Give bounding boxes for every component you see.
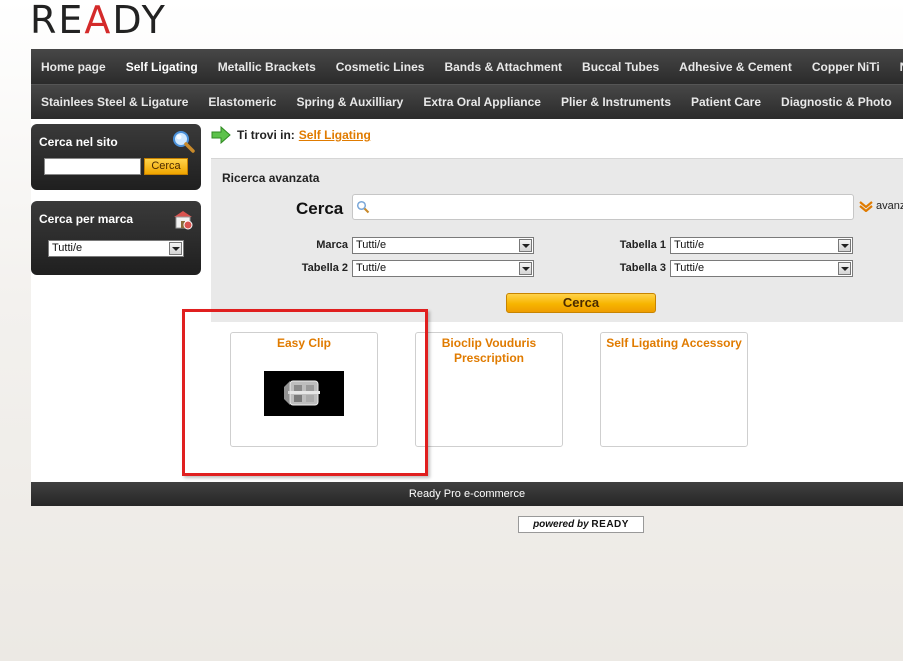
breadcrumb-current-link[interactable]: Self Ligating — [299, 128, 371, 142]
chevron-down-icon — [838, 262, 851, 275]
nav-item-ni[interactable]: Ni — [890, 60, 903, 74]
marca-select[interactable]: Tutti/e — [352, 237, 534, 254]
chevron-down-icon — [519, 262, 532, 275]
nav-item-copper-niti[interactable]: Copper NiTi — [802, 60, 890, 74]
search-label: Cerca — [296, 199, 344, 218]
arrow-right-icon — [211, 126, 231, 144]
highlight-box — [182, 309, 428, 476]
nav-item-spring-auxilliary[interactable]: Spring & Auxilliary — [286, 95, 413, 109]
chevron-down-icon — [519, 239, 532, 252]
chevron-down-icon — [838, 239, 851, 252]
magnifier-icon — [173, 131, 195, 153]
advanced-toggle-link[interactable]: avanz — [859, 200, 903, 212]
nav-item-stainless-steel[interactable]: Stainlees Steel & Ligature — [31, 95, 198, 109]
logo-text-accent: A — [84, 0, 113, 42]
chevron-down-icon — [169, 242, 182, 255]
secondary-nav: Stainlees Steel & Ligature Elastomeric S… — [31, 84, 903, 119]
search-icon — [356, 200, 370, 214]
nav-item-buccal-tubes[interactable]: Buccal Tubes — [572, 60, 669, 74]
nav-item-diagnostic-photo[interactable]: Diagnostic & Photo — [771, 95, 902, 109]
tabella2-select[interactable]: Tutti/e — [352, 260, 534, 277]
brand-select[interactable]: Tutti/e — [48, 240, 184, 257]
ready-logo[interactable]: RE A DY — [30, 0, 167, 42]
category-card-bioclip[interactable]: Bioclip Vouduris Prescription — [415, 332, 563, 447]
site-search-title: Cerca nel sito — [39, 135, 118, 149]
site-search-input[interactable] — [44, 158, 141, 175]
marca-select-value: Tutti/e — [356, 239, 387, 251]
powered-by-prefix: powered by — [533, 519, 589, 530]
logo-text-post: DY — [112, 0, 167, 42]
category-title[interactable]: Bioclip Vouduris Prescription — [420, 336, 558, 366]
footer: Ready Pro e-commerce — [31, 482, 903, 506]
nav-item-bands-attachment[interactable]: Bands & Attachment — [434, 60, 572, 74]
nav-item-patient-care[interactable]: Patient Care — [681, 95, 771, 109]
nav-item-plier-instruments[interactable]: Plier & Instruments — [551, 95, 681, 109]
advanced-search-submit-button[interactable]: Cerca — [506, 293, 656, 313]
tabella3-select-value: Tutti/e — [674, 262, 705, 274]
tabella1-select[interactable]: Tutti/e — [670, 237, 853, 254]
nav-item-home-page[interactable]: Home page — [31, 60, 116, 74]
double-chevron-down-icon — [859, 201, 873, 212]
primary-nav: Home page Self Ligating Metallic Bracket… — [31, 49, 903, 84]
tabella3-label: Tabella 3 — [619, 262, 666, 274]
logo-text-pre: RE — [30, 0, 85, 42]
advanced-search-title: Ricerca avanzata — [222, 171, 320, 185]
brand-search-box: Cerca per marca Tutti/e — [31, 201, 201, 275]
tabella2-label: Tabella 2 — [301, 262, 348, 274]
nav-item-self-ligating[interactable]: Self Ligating — [116, 60, 208, 74]
brand-select-value: Tutti/e — [52, 242, 83, 254]
tabella1-label: Tabella 1 — [619, 239, 666, 251]
nav-item-adhesive-cement[interactable]: Adhesive & Cement — [669, 60, 802, 74]
powered-by-brand: READY — [591, 519, 629, 530]
tabella2-select-value: Tutti/e — [356, 262, 387, 274]
brand-search-title: Cerca per marca — [39, 212, 134, 226]
site-search-button[interactable]: Cerca — [144, 158, 188, 175]
breadcrumb: Ti trovi in: Self Ligating — [211, 125, 371, 145]
site-search-box: Cerca nel sito Cerca — [31, 124, 201, 190]
nav-item-extra-oral[interactable]: Extra Oral Appliance — [413, 95, 551, 109]
tabella1-select-value: Tutti/e — [674, 239, 705, 251]
tabella3-select[interactable]: Tutti/e — [670, 260, 853, 277]
advanced-search-input[interactable] — [352, 194, 854, 220]
category-card-self-ligating-accessory[interactable]: Self Ligating Accessory — [600, 332, 748, 447]
marca-label: Marca — [316, 239, 348, 251]
shop-icon — [174, 211, 193, 230]
nav-item-cosmetic-lines[interactable]: Cosmetic Lines — [326, 60, 435, 74]
advanced-toggle-label: avanz — [876, 200, 903, 212]
breadcrumb-label: Ti trovi in: — [237, 128, 295, 142]
nav-item-metallic-brackets[interactable]: Metallic Brackets — [208, 60, 326, 74]
nav-item-elastomeric[interactable]: Elastomeric — [198, 95, 286, 109]
category-title[interactable]: Self Ligating Accessory — [605, 336, 743, 351]
advanced-search-panel: Ricerca avanzata Cerca avanz Marca Tutti… — [211, 158, 903, 322]
powered-by-badge[interactable]: powered by READY — [518, 516, 644, 533]
